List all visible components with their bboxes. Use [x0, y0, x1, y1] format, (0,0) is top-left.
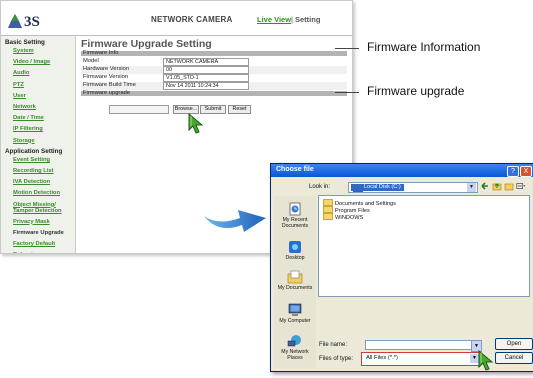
- file-list[interactable]: Documents and Settings Program Files WIN…: [318, 195, 530, 297]
- firmware-version-value: V1.05_STD-1: [163, 74, 249, 82]
- firmware-build-time-value: Nov 14 2011 10:24:34: [163, 82, 249, 90]
- sidebar-item-storage[interactable]: Storage: [13, 138, 35, 145]
- page-title: Firmware Upgrade Setting: [81, 38, 212, 50]
- svg-text:3S: 3S: [24, 14, 40, 30]
- sidebar-item-motion-detection[interactable]: Motion Detection: [13, 190, 60, 197]
- nav-separator: |: [291, 15, 293, 24]
- firmware-build-time-row: Firmware Build Time Nov 14 2011 10:24:34: [81, 82, 347, 90]
- reset-button[interactable]: Reset: [228, 105, 251, 114]
- firmware-upgrade-pointer-line: [335, 92, 359, 93]
- help-button[interactable]: ?: [507, 166, 519, 177]
- file-name-input[interactable]: [365, 340, 473, 350]
- model-row: Model NETWORK CAMERA: [81, 58, 347, 66]
- up-folder-icon[interactable]: [492, 181, 502, 191]
- firmware-info-header-band: [81, 51, 347, 56]
- folder-icon: [323, 213, 333, 220]
- files-of-type-value: All Files (*.*): [366, 355, 398, 361]
- hardware-version-row: Hardware Version 00: [81, 66, 347, 74]
- view-menu-icon[interactable]: [516, 181, 526, 191]
- sidebar-item-video-image[interactable]: Video / Image: [13, 59, 50, 66]
- sidebar-item-ptz[interactable]: PTZ: [13, 82, 24, 89]
- place-label: My Computer: [279, 318, 311, 324]
- transition-arrow-icon: [204, 210, 266, 232]
- new-folder-icon[interactable]: [504, 181, 514, 191]
- live-view-link[interactable]: Live View: [257, 15, 291, 24]
- folder-icon: [323, 206, 333, 213]
- place-my-documents[interactable]: My Documents: [274, 270, 316, 291]
- sidebar-item-event-setting[interactable]: Event Setting: [13, 157, 50, 164]
- place-my-network-places[interactable]: My Network Places: [274, 334, 316, 361]
- sidebar-item-firmware-upgrade[interactable]: Firmware Upgrade: [13, 230, 64, 236]
- firmware-build-time-label: Firmware Build Time: [83, 82, 136, 88]
- sidebar-item-audio[interactable]: Audio: [13, 70, 29, 77]
- look-in-label: Look in:: [309, 184, 331, 190]
- sidebar-item-system[interactable]: System: [13, 48, 34, 55]
- firmware-upgrade-annotation: Firmware upgrade: [367, 84, 465, 98]
- desktop-icon: [289, 241, 301, 253]
- sidebar-item-recording-list[interactable]: Recording List: [13, 168, 54, 175]
- dialog-titlebar: Choose file ? X: [271, 164, 533, 177]
- place-my-recent-documents[interactable]: My Recent Documents: [274, 202, 316, 229]
- firmware-information-pointer-line: [335, 48, 359, 49]
- hardware-version-label: Hardware Version: [83, 66, 130, 72]
- sidebar-item-reboot[interactable]: Reboot: [13, 252, 33, 253]
- recent-documents-icon: [289, 202, 301, 216]
- files-of-type-select[interactable]: All Files (*.*) ▼: [361, 352, 481, 366]
- cancel-button[interactable]: Cancel: [495, 352, 533, 364]
- folder-icon: [323, 199, 333, 206]
- firmware-upgrade-header: Firmware upgrade: [83, 90, 131, 96]
- camera-title: NETWORK CAMERA: [151, 15, 233, 24]
- firmware-version-label: Firmware Version: [83, 74, 129, 80]
- sidebar-item-user[interactable]: User: [13, 93, 26, 100]
- sidebar-heading-application: Application Setting: [5, 147, 63, 155]
- firmware-information-annotation: Firmware Information: [367, 40, 481, 54]
- sidebar-item-iva-detection[interactable]: IVA Detection: [13, 179, 50, 186]
- sidebar-item-factory-default[interactable]: Factory Default: [13, 241, 55, 248]
- sidebar-item-object-missing-tamper-detection[interactable]: Object Missing/ Tamper Detection: [13, 202, 73, 215]
- look-in-dropdown-icon[interactable]: ▼: [467, 183, 476, 192]
- look-in-select[interactable]: Local Disk (C:) ▼: [348, 182, 478, 193]
- sidebar-item-network[interactable]: Network: [13, 104, 36, 111]
- firmware-info-header: Firmware Info: [83, 50, 119, 56]
- dialog-title: Choose file: [276, 166, 314, 173]
- choose-file-dialog: Choose file ? X Look in: Local Disk (C:)…: [270, 163, 533, 372]
- back-arrow-icon[interactable]: [480, 181, 490, 191]
- place-label: My Network Places: [281, 349, 309, 361]
- model-value: NETWORK CAMERA: [163, 58, 249, 66]
- sidebar-item-privacy-mask[interactable]: Privacy Mask: [13, 219, 50, 226]
- sidebar-heading-basic: Basic Setting: [5, 39, 45, 46]
- my-computer-icon: [288, 303, 302, 316]
- my-documents-icon: [287, 270, 303, 284]
- settings-sidebar: Basic Setting System Video / Image Audio PTZ…: [1, 36, 76, 253]
- place-my-computer[interactable]: My Computer: [274, 303, 316, 324]
- model-label: Model: [83, 58, 99, 64]
- open-button[interactable]: Open: [495, 338, 533, 350]
- firmware-file-path-input[interactable]: [109, 105, 169, 114]
- sidebar-item-date-time[interactable]: Date / Time: [13, 115, 44, 122]
- place-desktop[interactable]: Desktop: [274, 240, 316, 261]
- files-of-type-label: Files of type:: [319, 356, 354, 362]
- place-label: Desktop: [285, 255, 305, 261]
- network-places-icon: [287, 335, 301, 347]
- setting-link[interactable]: Setting: [295, 15, 320, 24]
- place-label: My Documents: [277, 285, 313, 291]
- places-bar: My Recent Documents Desktop My Documents…: [274, 196, 316, 368]
- close-button[interactable]: X: [520, 166, 532, 177]
- file-name-label: File name:: [319, 342, 348, 348]
- page-header: 3S NETWORK CAMERA Live View | Setting: [1, 1, 352, 36]
- firmware-version-row: Firmware Version V1.05_STD-1: [81, 74, 347, 82]
- place-label: My Recent Documents: [281, 217, 309, 229]
- sidebar-item-ip-filtering[interactable]: IP Filtering: [13, 126, 43, 133]
- 3s-logo-icon: 3S: [8, 14, 40, 30]
- look-in-value: Local Disk (C:): [351, 184, 404, 191]
- cursor-hand-icon: [478, 350, 494, 371]
- hardware-version-value: 00: [163, 66, 249, 74]
- cursor-hand-icon: [188, 112, 204, 134]
- list-item[interactable]: WINDOWS: [323, 213, 363, 222]
